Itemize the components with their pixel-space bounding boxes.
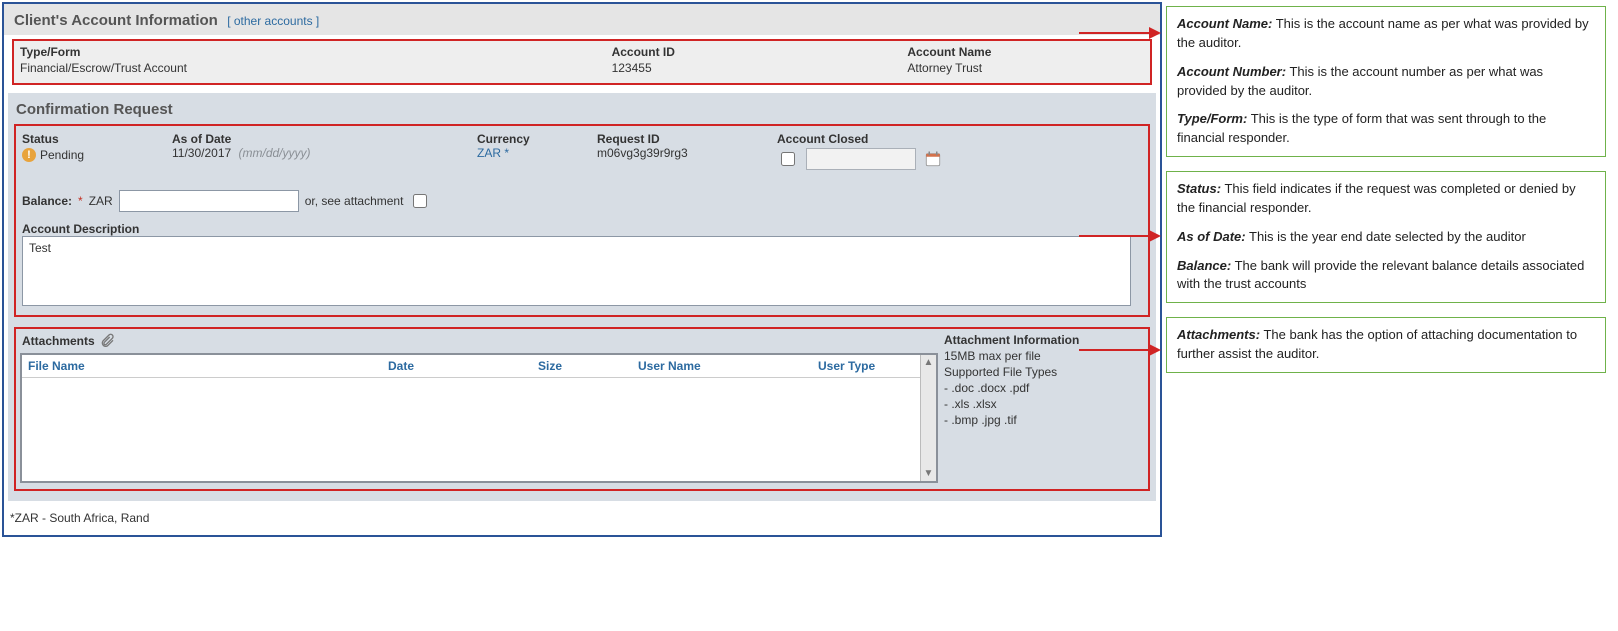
col-user-type[interactable]: User Type [818, 359, 914, 373]
other-accounts-link[interactable]: [ other accounts ] [227, 14, 319, 28]
attachments-table: File Name Date Size User Name User Type … [20, 353, 938, 483]
balance-input[interactable] [119, 190, 299, 212]
annotation-box-2: Status: This field indicates if the requ… [1166, 171, 1606, 303]
or-see-attachment-label: or, see attachment [305, 194, 404, 208]
account-description-input[interactable] [22, 236, 1131, 306]
label-account-id: Account ID [612, 45, 908, 59]
scrollbar[interactable]: ▲ ▼ [920, 355, 936, 481]
annotation-box-3: Attachments: The bank has the option of … [1166, 317, 1606, 373]
label-status: Status [22, 132, 172, 146]
col-file-name[interactable]: File Name [28, 359, 388, 373]
balance-star: * [78, 194, 83, 208]
attachment-type-line3: - .bmp .jpg .tif [944, 413, 1144, 427]
currency-footnote: *ZAR - South Africa, Rand [4, 505, 1160, 535]
attachment-type-line1: - .doc .docx .pdf [944, 381, 1144, 395]
ann-balance-text: The bank will provide the relevant balan… [1177, 258, 1584, 292]
attachment-supported: Supported File Types [944, 365, 1144, 379]
asof-hint: (mm/dd/yyyy) [239, 146, 311, 160]
status-value: Pending [40, 148, 84, 162]
col-user-name[interactable]: User Name [638, 359, 818, 373]
callout-arrow-icon [1079, 230, 1161, 242]
ann-type-form-label: Type/Form: [1177, 111, 1247, 126]
see-attachment-checkbox[interactable] [413, 194, 427, 208]
ann-balance-label: Balance: [1177, 258, 1231, 273]
attachments-title: Attachments [22, 334, 95, 348]
label-asof: As of Date [172, 132, 477, 146]
label-type-form: Type/Form [20, 45, 612, 59]
asof-value: 11/30/2017 [172, 146, 231, 160]
client-info-header: Client's Account Information [ other acc… [4, 4, 1160, 35]
annotation-box-1: Account Name: This is the account name a… [1166, 6, 1606, 157]
ann-status-label: Status: [1177, 181, 1221, 196]
ann-status-text: This field indicates if the request was … [1177, 181, 1576, 215]
balance-currency: ZAR [89, 194, 113, 208]
scroll-down-icon[interactable]: ▼ [924, 466, 934, 481]
value-account-id: 123455 [612, 61, 908, 75]
confirmation-box: Status ! Pending As of Date 11/30/2017 (… [14, 124, 1150, 317]
app-panel: Client's Account Information [ other acc… [2, 2, 1162, 537]
currency-value[interactable]: ZAR * [477, 146, 597, 160]
client-info-box: Type/Form Financial/Escrow/Trust Account… [12, 39, 1152, 85]
pending-icon: ! [22, 148, 36, 162]
label-account-closed: Account Closed [777, 132, 1037, 146]
account-closed-date-input[interactable] [806, 148, 916, 170]
account-description-label: Account Description [22, 222, 1142, 236]
label-currency: Currency [477, 132, 597, 146]
ann-attachments-label: Attachments: [1177, 327, 1260, 342]
annotation-panel: Account Name: This is the account name a… [1166, 2, 1606, 537]
callout-arrow-icon [1079, 27, 1161, 39]
ann-asof-label: As of Date: [1177, 229, 1246, 244]
value-account-name: Attorney Trust [907, 61, 1144, 75]
account-closed-checkbox[interactable] [781, 152, 795, 166]
ann-account-number-label: Account Number: [1177, 64, 1286, 79]
request-id-value: m06vg3g39r9rg3 [597, 146, 777, 160]
col-size[interactable]: Size [538, 359, 638, 373]
confirmation-title: Confirmation Request [16, 101, 1150, 118]
label-account-name: Account Name [907, 45, 1144, 59]
confirmation-section: Confirmation Request Status ! Pending As… [8, 93, 1156, 501]
attachments-box: Attachments File Name Date Size User Nam… [14, 327, 1150, 491]
ann-asof-text: This is the year end date selected by th… [1246, 229, 1526, 244]
balance-label: Balance: [22, 194, 72, 208]
attachment-type-line2: - .xls .xlsx [944, 397, 1144, 411]
calendar-icon[interactable] [924, 150, 942, 168]
ann-account-name-label: Account Name: [1177, 16, 1272, 31]
value-type-form: Financial/Escrow/Trust Account [20, 61, 612, 75]
scroll-up-icon[interactable]: ▲ [924, 355, 934, 370]
client-info-title: Client's Account Information [14, 12, 218, 29]
col-date[interactable]: Date [388, 359, 538, 373]
label-request-id: Request ID [597, 132, 777, 146]
callout-arrow-icon [1079, 344, 1161, 356]
paperclip-icon[interactable] [99, 333, 115, 349]
